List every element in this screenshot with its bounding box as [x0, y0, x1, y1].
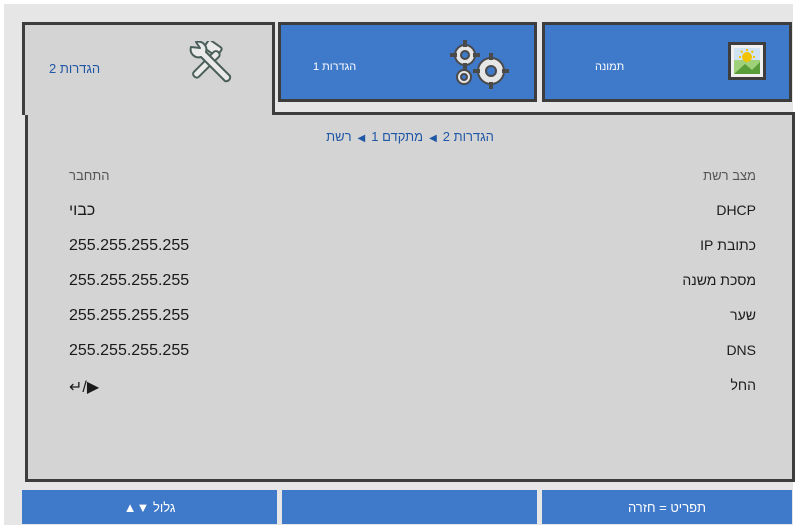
subnet-mask-label: מסכת משנה	[682, 272, 756, 288]
apply-label: החל	[730, 377, 756, 393]
dns-label: DNS	[726, 342, 756, 358]
apply-row[interactable]: החל ↵/▶	[28, 377, 792, 401]
tab-settings-1-label: הגדרות 1	[313, 61, 357, 73]
dns-row[interactable]: DNS 255.255.255.255	[28, 342, 792, 366]
picture-icon	[728, 42, 766, 85]
gateway-row[interactable]: שער 255.255.255.255	[28, 307, 792, 331]
breadcrumb-item[interactable]: מתקדם 1	[371, 129, 423, 144]
breadcrumb-separator-icon: ◀	[429, 133, 437, 144]
breadcrumb-item[interactable]: הגדרות 2	[443, 129, 494, 144]
tab-settings-2[interactable]: הגדרות 2	[22, 22, 275, 115]
breadcrumb-separator-icon: ◀	[357, 133, 366, 144]
enter-right-icon[interactable]: ↵/▶	[69, 377, 99, 397]
network-status-row: מצב רשת התחבר	[28, 168, 792, 192]
tools-icon	[183, 39, 235, 94]
scroll-hint-bar: גלול ▼▲	[22, 490, 277, 524]
breadcrumb: הגדרות 2 ◀ מתקדם 1 ◀ רשת	[28, 129, 792, 144]
dns-value[interactable]: 255.255.255.255	[69, 342, 189, 360]
tab-settings-1[interactable]: הגדרות 1	[278, 22, 537, 102]
subnet-mask-value[interactable]: 255.255.255.255	[69, 272, 189, 290]
bottom-bar-middle	[282, 490, 537, 524]
osd-frame: הגדרות 2 הגדרות 1 תמונה הגדרות 2◀מתקדם 1…	[4, 4, 795, 525]
tab-picture[interactable]: תמונה	[542, 22, 792, 102]
ip-address-row[interactable]: כתובת IP 255.255.255.255	[28, 237, 792, 261]
network-settings-panel: הגדרות 2 ◀ מתקדם 1 ◀ רשת מצב רשת התחבר DHCP …	[25, 112, 795, 482]
dhcp-value[interactable]: כבוי	[69, 202, 95, 220]
menu-back-hint-bar: תפריט = חזרה	[542, 490, 792, 524]
subnet-mask-row[interactable]: מסכת משנה 255.255.255.255	[28, 272, 792, 296]
ip-address-label: כתובת IP	[700, 237, 756, 253]
gateway-label: שער	[730, 307, 756, 323]
network-status-value: התחבר	[69, 168, 110, 183]
menu-back-hint: תפריט = חזרה	[627, 499, 707, 515]
scroll-hint: גלול ▼▲	[123, 499, 176, 515]
tab-picture-label: תמונה	[595, 61, 625, 73]
dhcp-label: DHCP	[716, 202, 756, 218]
tab-settings-2-label: הגדרות 2	[49, 61, 101, 76]
network-status-label: מצב רשת	[703, 168, 756, 183]
gears-icon	[449, 39, 511, 96]
dhcp-row[interactable]: DHCP כבוי	[28, 202, 792, 226]
gateway-value[interactable]: 255.255.255.255	[69, 307, 189, 325]
ip-address-value[interactable]: 255.255.255.255	[69, 237, 189, 255]
breadcrumb-item[interactable]: רשת	[326, 129, 351, 144]
